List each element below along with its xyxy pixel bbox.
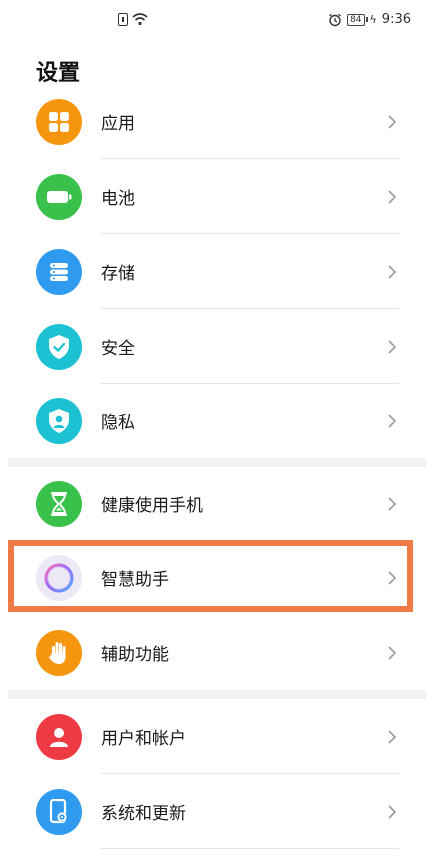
apps-icon [36,98,82,145]
privacy-icon [36,397,82,444]
chevron-right-icon [388,114,397,129]
chevron-right-icon [388,339,397,354]
battery-indicator: 84 ϟ [347,13,377,26]
battery-level: 84 [347,13,365,26]
settings-item-security[interactable]: 安全 [0,309,427,384]
settings-item-label: 健康使用手机 [101,496,203,516]
storage-icon [36,248,82,295]
chevron-right-icon [388,804,397,819]
settings-item-label: 安全 [101,339,135,359]
wifi-icon [132,13,148,26]
settings-item-label: 电池 [101,189,135,209]
chevron-right-icon [388,413,397,428]
sim-card-icon [118,12,128,26]
settings-item-label: 用户和帐户 [101,729,186,749]
status-bar: 84 ϟ 9:36 [0,0,427,44]
status-time: 9:36 [381,12,411,27]
chevron-right-icon [388,189,397,204]
chevron-right-icon [388,729,397,744]
settings-item-digital-balance[interactable]: 健康使用手机 [0,466,427,541]
settings-item-storage[interactable]: 存储 [0,234,427,309]
user-icon [36,713,82,760]
settings-item-label: 应用 [101,114,135,134]
chevron-right-icon [388,645,397,660]
hourglass-icon [36,480,82,527]
settings-item-label: 辅助功能 [101,645,169,665]
charging-icon: ϟ [369,13,377,26]
alarm-icon [329,13,342,26]
hand-icon [36,629,82,676]
divider [101,848,399,849]
settings-item-accessibility[interactable]: 辅助功能 [0,615,427,690]
settings-item-system-update[interactable]: 系统和更新 [0,774,427,849]
settings-item-users-accounts[interactable]: 用户和帐户 [0,699,427,774]
page-title: 设置 [36,61,81,86]
phone-settings-icon [36,788,82,835]
settings-item-privacy[interactable]: 隐私 [0,383,427,458]
settings-item-battery[interactable]: 电池 [0,159,427,234]
group-separator [8,690,426,699]
settings-item-apps[interactable]: 应用 [0,84,427,159]
settings-item-label: 存储 [101,264,135,284]
status-right: 84 ϟ 9:36 [328,12,411,27]
battery-icon [36,173,82,220]
shield-check-icon [36,323,82,370]
status-left [118,12,148,26]
settings-item-label: 系统和更新 [101,804,186,824]
settings-item-label: 隐私 [101,413,135,433]
chevron-right-icon [388,496,397,511]
chevron-right-icon [388,264,397,279]
highlight-box [8,540,413,612]
